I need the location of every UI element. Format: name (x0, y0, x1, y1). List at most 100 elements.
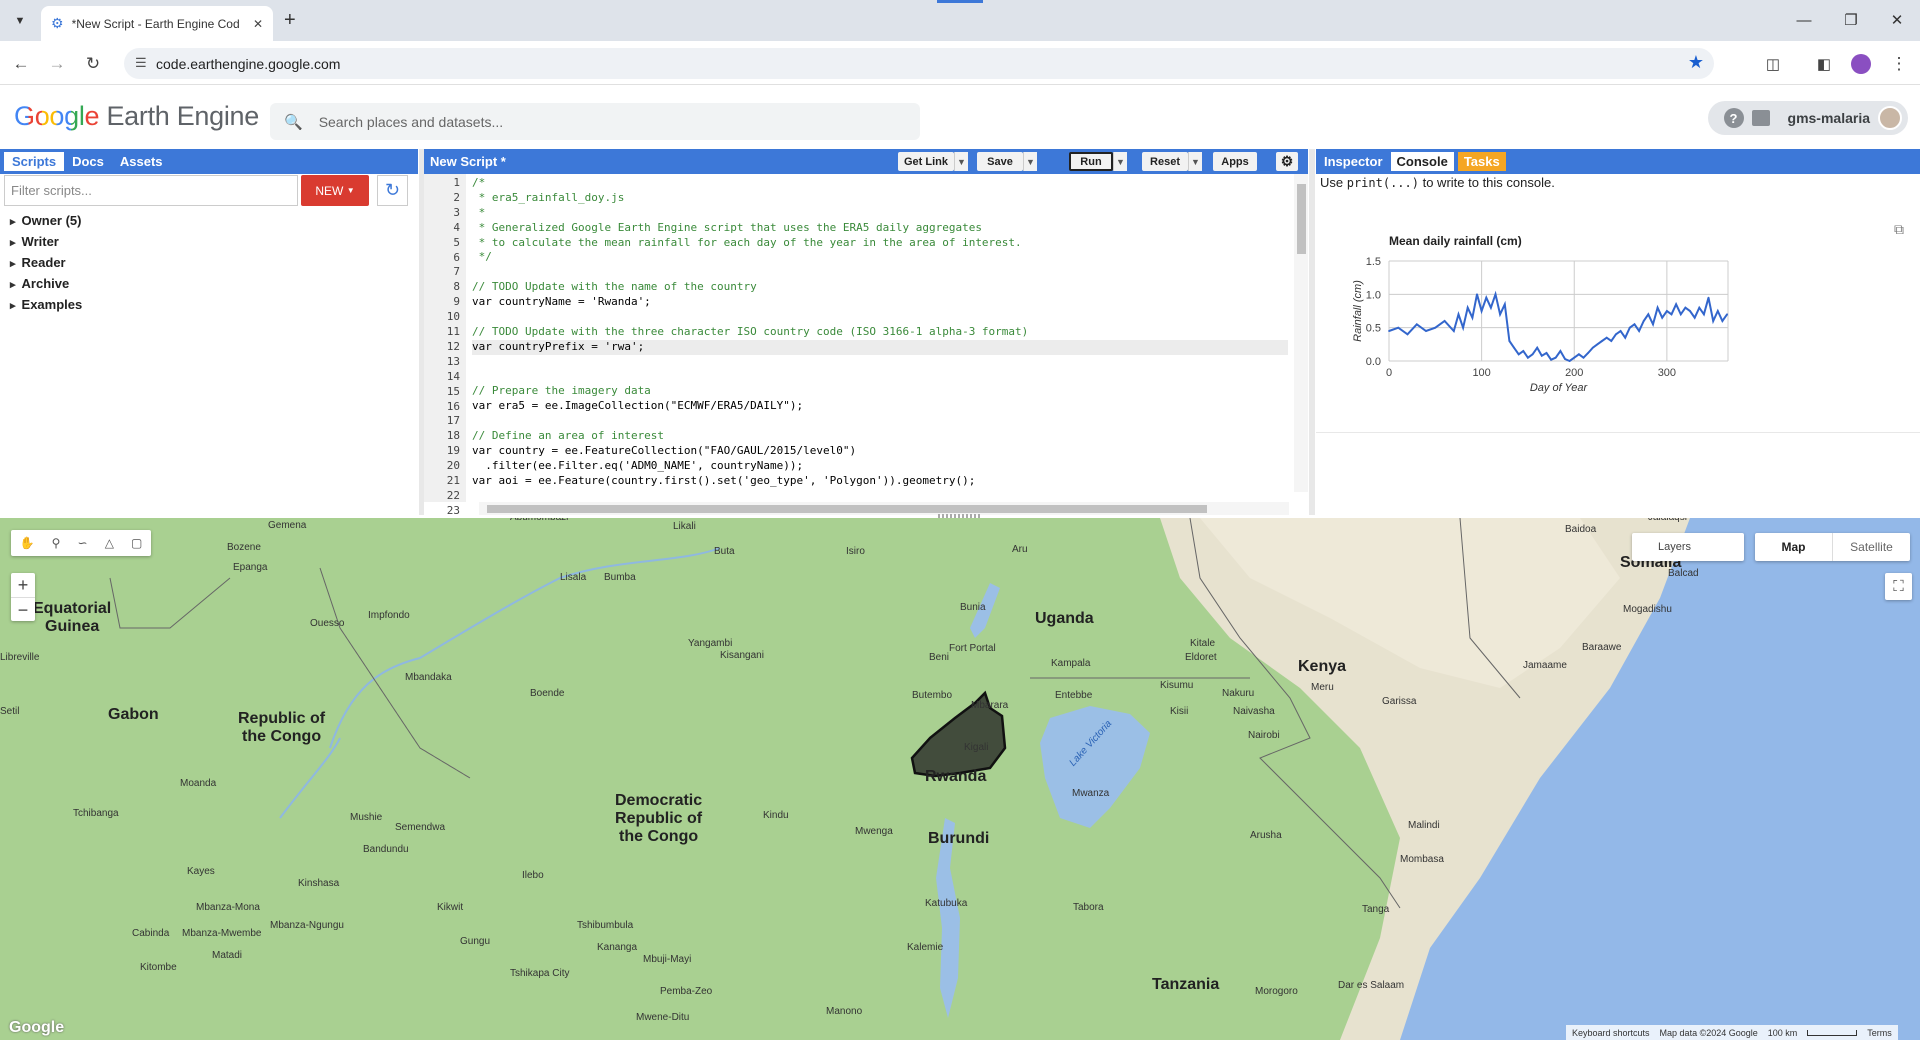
close-icon[interactable]: ✕ (253, 17, 263, 31)
earth-engine-logo[interactable]: Google Earth Engine (14, 101, 259, 132)
tab-inspector[interactable]: Inspector (1316, 152, 1391, 171)
rainfall-data-point (1656, 306, 1659, 309)
tree-item-archive[interactable]: Archive (10, 274, 82, 295)
place-label: Meru (1311, 682, 1334, 693)
marker-icon[interactable]: ⚲ (52, 536, 61, 550)
apps-button[interactable]: Apps (1213, 152, 1257, 171)
run-button[interactable]: Run (1069, 152, 1113, 171)
rainfall-data-point (1536, 346, 1539, 349)
tab-scripts[interactable]: Scripts (4, 152, 65, 171)
rectangle-icon[interactable]: ▢ (131, 536, 142, 550)
line-icon[interactable]: ∽ (78, 536, 88, 550)
scale-text: 100 km (1767, 1027, 1798, 1038)
tree-item-examples[interactable]: Examples (10, 295, 83, 316)
tab-docs[interactable]: Docs (64, 152, 112, 171)
rainfall-data-point (1471, 316, 1474, 319)
restore-button[interactable]: ❐ (1836, 8, 1866, 32)
tree-item-writer[interactable]: Writer (10, 232, 82, 253)
splitter-right[interactable] (1309, 149, 1315, 515)
site-info-icon[interactable]: ☰ (135, 55, 147, 71)
save-dropdown[interactable]: ▼ (1023, 152, 1037, 171)
scroll-thumb[interactable] (1297, 184, 1306, 254)
map-type-button[interactable]: Map (1755, 533, 1832, 561)
close-window-button[interactable]: ✕ (1882, 8, 1912, 32)
reset-label: Reset (1150, 155, 1180, 168)
place-label: Mogadishu (1623, 604, 1672, 615)
layers-button[interactable]: Layers (1632, 533, 1744, 561)
logo-google: Google (14, 101, 100, 131)
place-label: Mbanza-Ngungu (270, 920, 344, 931)
browser-tab[interactable]: ⚙ *New Script - Earth Engine Cod ✕ (41, 6, 273, 41)
back-button[interactable]: ← (8, 51, 34, 77)
place-label: Mwene-Ditu (636, 1012, 690, 1023)
google-watermark: Google (9, 1019, 65, 1036)
h-scroll-thumb[interactable] (487, 505, 1207, 513)
rainfall-data-point (1388, 330, 1390, 332)
tab-search-icon[interactable]: ▼ (8, 9, 32, 33)
code-text[interactable]: /* * era5_rainfall_doy.js * * Generalize… (472, 176, 1288, 518)
side-panel-icon[interactable]: ◧ (1811, 51, 1837, 77)
tree-item-owner[interactable]: Owner (5) (10, 211, 82, 232)
search-input[interactable]: 🔍 Search places and datasets... (270, 103, 920, 140)
gear-icon[interactable]: ⚙ (1276, 152, 1298, 171)
rainfall-data-point (1452, 330, 1455, 332)
line-number: 10 (446, 310, 460, 324)
hint-code: print(...) (1346, 176, 1419, 190)
url-field[interactable]: ☰ code.earthengine.google.com ★ (124, 48, 1714, 79)
minimize-button[interactable]: — (1789, 8, 1819, 32)
tree-item-reader[interactable]: Reader (10, 253, 82, 274)
bookmark-star-icon[interactable]: ★ (1688, 52, 1704, 73)
zoom-in-button[interactable]: + (11, 573, 35, 597)
place-label: Baidoa (1565, 524, 1597, 535)
country-label: Republic of the Congo (238, 710, 325, 746)
horizontal-scrollbar[interactable] (479, 502, 1289, 515)
fullscreen-button[interactable]: ⛶ (1885, 573, 1912, 600)
rainfall-data-point (1693, 316, 1696, 319)
url-text: code.earthengine.google.com (156, 55, 341, 72)
place-label: Cabinda (132, 928, 170, 939)
run-dropdown[interactable]: ▼ (1113, 152, 1127, 171)
refresh-icon[interactable]: ↻ (377, 175, 408, 206)
reload-button[interactable]: ↻ (80, 51, 106, 77)
new-script-button[interactable]: NEW ▼ (301, 175, 369, 206)
tab-console[interactable]: Console (1390, 152, 1454, 171)
polygon-icon[interactable]: △ (105, 536, 114, 550)
vertical-scrollbar[interactable] (1294, 174, 1308, 492)
profile-avatar[interactable] (1848, 51, 1874, 77)
zoom-out-button[interactable]: − (11, 597, 35, 621)
place-label: Eldoret (1185, 652, 1217, 663)
browser-tab-bar: ▼ ⚙ *New Script - Earth Engine Cod ✕ + —… (0, 0, 1920, 41)
map-splitter-handle[interactable] (938, 514, 982, 518)
feedback-icon[interactable] (1751, 110, 1770, 126)
line-number: 4 (453, 220, 460, 234)
save-button[interactable]: Save (977, 152, 1023, 171)
tab-assets[interactable]: Assets (112, 152, 171, 171)
keyboard-shortcuts-link[interactable]: Keyboard shortcuts (1572, 1028, 1650, 1038)
terms-link[interactable]: Terms (1867, 1028, 1892, 1038)
rainfall-data-point (1670, 313, 1673, 316)
place-label: Kisangani (720, 650, 764, 661)
line-number: 19 (446, 444, 460, 458)
filter-scripts-input[interactable]: Filter scripts... (4, 175, 298, 206)
y-tick-label: 1.0 (1366, 289, 1381, 301)
code-line: // Define an area of interest (472, 429, 665, 443)
rainfall-data-point (1457, 313, 1460, 316)
map-view[interactable]: Gemena Bozene Likali Abumombazi Buta Isiro Aru… (0, 518, 1920, 1040)
pan-hand-icon[interactable]: ✋ (20, 536, 35, 550)
get-link-button[interactable]: Get Link (898, 152, 954, 171)
satellite-type-button[interactable]: Satellite (1832, 533, 1910, 561)
place-label: Ouesso (310, 618, 345, 629)
browser-menu-icon[interactable]: ⋮ (1886, 51, 1912, 77)
country-label: Rwanda (925, 768, 987, 785)
reset-dropdown[interactable]: ▼ (1188, 152, 1202, 171)
help-icon[interactable]: ? (1723, 108, 1744, 128)
forward-button[interactable]: → (44, 51, 70, 77)
get-link-dropdown[interactable]: ▼ (954, 152, 968, 171)
rainfall-data-point (1628, 326, 1631, 329)
reset-button[interactable]: Reset (1142, 152, 1188, 171)
user-menu[interactable]: ? gms-malaria (1708, 101, 1908, 135)
new-tab-button[interactable]: + (284, 9, 296, 32)
tab-tasks[interactable]: Tasks (1457, 152, 1506, 171)
extensions-icon[interactable]: ◫ (1760, 51, 1786, 77)
